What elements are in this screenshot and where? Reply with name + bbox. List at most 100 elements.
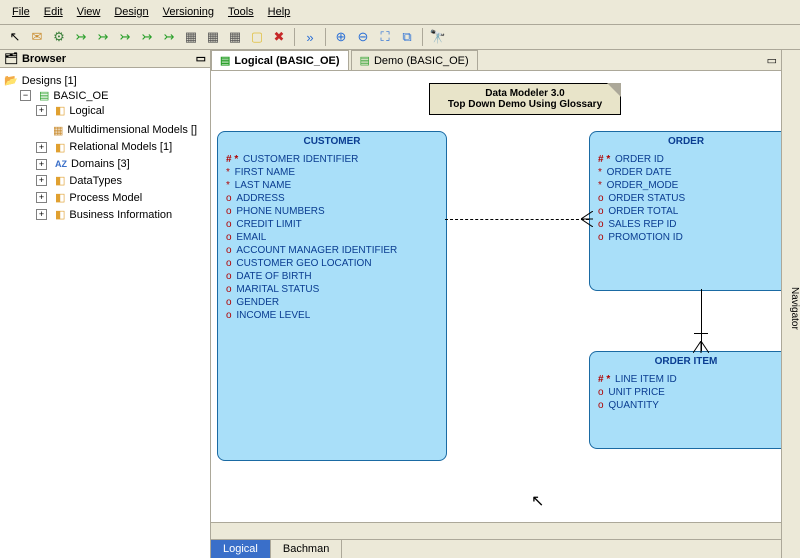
pointer-tool-icon[interactable]: ↖ (6, 28, 24, 46)
crowfoot-icon (581, 211, 593, 227)
relation-customer-order[interactable] (445, 219, 589, 220)
bottom-tab-bachman[interactable]: Bachman (271, 540, 342, 558)
entity-attribute: o ORDER STATUS (598, 192, 774, 205)
note-line1: Data Modeler 3.0 (436, 88, 614, 99)
mail-icon[interactable]: ✉ (28, 28, 46, 46)
arrow-green-icon[interactable]: ↣ (72, 28, 90, 46)
entity-order-item[interactable]: ORDER ITEM # * LINE ITEM IDo UNIT PRICEo… (589, 351, 781, 449)
folder-icon: 📂 (4, 74, 18, 87)
entity-order[interactable]: ORDER # * ORDER ID* ORDER DATE* ORDER_MO… (589, 131, 781, 291)
note-icon[interactable]: ▢ (248, 28, 266, 46)
menu-design[interactable]: Design (108, 4, 154, 20)
minimize-panel-icon[interactable]: ▭ (196, 52, 206, 65)
entity-attribute: * LAST NAME (226, 179, 438, 192)
tree-item-process[interactable]: +◧Process Model (36, 191, 142, 204)
menu-file[interactable]: File (6, 4, 36, 20)
entity-attribute: # * CUSTOMER IDENTIFIER (226, 153, 438, 166)
entity-attribute: * ORDER DATE (598, 166, 774, 179)
entity-attribute: o CUSTOMER GEO LOCATION (226, 257, 438, 270)
toolbar-separator (422, 28, 423, 46)
tree-toggle-icon[interactable]: + (36, 105, 47, 116)
diagram-icon: ▤ (220, 54, 230, 67)
bottom-tabbar: Logical Bachman (211, 539, 781, 558)
az-icon: AZ (55, 159, 67, 169)
tree-item-domains[interactable]: +AZDomains [3] (36, 158, 130, 170)
tree-root[interactable]: 📂 Designs [1] (4, 74, 77, 87)
tree-toggle-icon[interactable]: + (36, 159, 47, 170)
cube-icon: ◧ (55, 191, 65, 204)
zoom-in-icon[interactable]: ⊕ (332, 28, 350, 46)
relation-bar-icon (694, 333, 708, 334)
entity-attribute: o ADDRESS (226, 192, 438, 205)
entity-body: # * CUSTOMER IDENTIFIER* FIRST NAME* LAS… (218, 151, 446, 330)
table-icon[interactable]: ▦ (182, 28, 200, 46)
menu-edit[interactable]: Edit (38, 4, 69, 20)
menu-view[interactable]: View (71, 4, 107, 20)
table3-icon[interactable]: ▦ (226, 28, 244, 46)
tree-toggle-icon[interactable]: + (36, 175, 47, 186)
entity-attribute: o GENDER (226, 296, 438, 309)
main-area: ▤ Logical (BASIC_OE) ▤ Demo (BASIC_OE) ▭… (211, 50, 781, 558)
entity-customer[interactable]: CUSTOMER # * CUSTOMER IDENTIFIER* FIRST … (217, 131, 447, 461)
tree-toggle-icon[interactable]: − (20, 90, 31, 101)
zoom-out-icon[interactable]: ⊖ (354, 28, 372, 46)
entity-attribute: o ORDER TOTAL (598, 205, 774, 218)
entity-body: # * LINE ITEM IDo UNIT PRICEo QUANTITY (590, 371, 781, 420)
tree-item-logical[interactable]: +◧Logical (36, 104, 104, 117)
menu-versioning[interactable]: Versioning (157, 4, 220, 20)
tree-item-mdm[interactable]: ▦Multidimensional Models [] (36, 124, 197, 137)
entity-attribute: # * LINE ITEM ID (598, 373, 774, 386)
tree-toggle-icon[interactable]: + (36, 192, 47, 203)
menu-tools[interactable]: Tools (222, 4, 260, 20)
entity-body: # * ORDER ID* ORDER DATE* ORDER_MODEo OR… (590, 151, 781, 252)
arrow-green3-icon[interactable]: ↣ (116, 28, 134, 46)
toolbar-separator (294, 28, 295, 46)
expand-icon[interactable]: » (301, 28, 319, 46)
tree-item-relational[interactable]: +◧Relational Models [1] (36, 141, 172, 154)
horizontal-scrollbar[interactable] (211, 522, 781, 539)
cube-icon: ◧ (55, 104, 65, 117)
menu-help[interactable]: Help (262, 4, 297, 20)
project-icon: ▤ (39, 89, 49, 102)
tree-project[interactable]: − ▤ BASIC_OE (20, 89, 108, 102)
menu-bar: File Edit View Design Versioning Tools H… (0, 0, 800, 25)
tab-demo[interactable]: ▤ Demo (BASIC_OE) (351, 50, 478, 70)
entity-attribute: # * ORDER ID (598, 153, 774, 166)
browser-panel: 🗂 Browser ▭ 📂 Designs [1] − (0, 50, 211, 558)
diagram-title-note[interactable]: Data Modeler 3.0 Top Down Demo Using Glo… (429, 83, 621, 115)
entity-attribute: o INCOME LEVEL (226, 309, 438, 322)
navigator-panel[interactable]: Navigator (781, 50, 800, 558)
arrow-green4-icon[interactable]: ↣ (138, 28, 156, 46)
entity-attribute: o PROMOTION ID (598, 231, 774, 244)
restore-window-icon[interactable]: ▭ (763, 54, 781, 67)
diagram-icon: ▤ (360, 54, 370, 67)
delete-icon[interactable]: ✖ (270, 28, 288, 46)
tree-toggle-icon[interactable]: + (36, 142, 47, 153)
entity-attribute: o QUANTITY (598, 399, 774, 412)
browser-tree[interactable]: 📂 Designs [1] − ▤ BASIC_OE (0, 68, 210, 558)
tab-logical[interactable]: ▤ Logical (BASIC_OE) (211, 50, 349, 70)
bottom-tab-logical[interactable]: Logical (211, 540, 271, 558)
cube-icon: ◧ (55, 141, 65, 154)
entity-attribute: o UNIT PRICE (598, 386, 774, 399)
arrow-green5-icon[interactable]: ↣ (160, 28, 178, 46)
arrow-green2-icon[interactable]: ↣ (94, 28, 112, 46)
tree-item-datatypes[interactable]: +◧DataTypes (36, 174, 122, 187)
binoculars-icon[interactable]: 🔭 (429, 28, 447, 46)
cube-icon: ◧ (55, 208, 65, 221)
tree-item-business[interactable]: +◧Business Information (36, 208, 172, 221)
browser-icon: 🗂 (4, 53, 18, 65)
diagram-tabbar: ▤ Logical (BASIC_OE) ▤ Demo (BASIC_OE) ▭ (211, 50, 781, 71)
diagram-canvas[interactable]: Data Modeler 3.0 Top Down Demo Using Glo… (211, 71, 781, 522)
table2-icon[interactable]: ▦ (204, 28, 222, 46)
fit-icon[interactable]: ⛶ (376, 28, 394, 46)
toolbar-separator (325, 28, 326, 46)
grid-icon: ▦ (53, 124, 63, 137)
tree-toggle-icon[interactable]: + (36, 209, 47, 220)
mouse-cursor-icon: ↖ (531, 491, 544, 511)
entity-attribute: o SALES REP ID (598, 218, 774, 231)
browser-title: Browser (22, 53, 66, 65)
entity-attribute: o CREDIT LIMIT (226, 218, 438, 231)
copy-icon[interactable]: ⧉ (398, 28, 416, 46)
settings-icon[interactable]: ⚙ (50, 28, 68, 46)
